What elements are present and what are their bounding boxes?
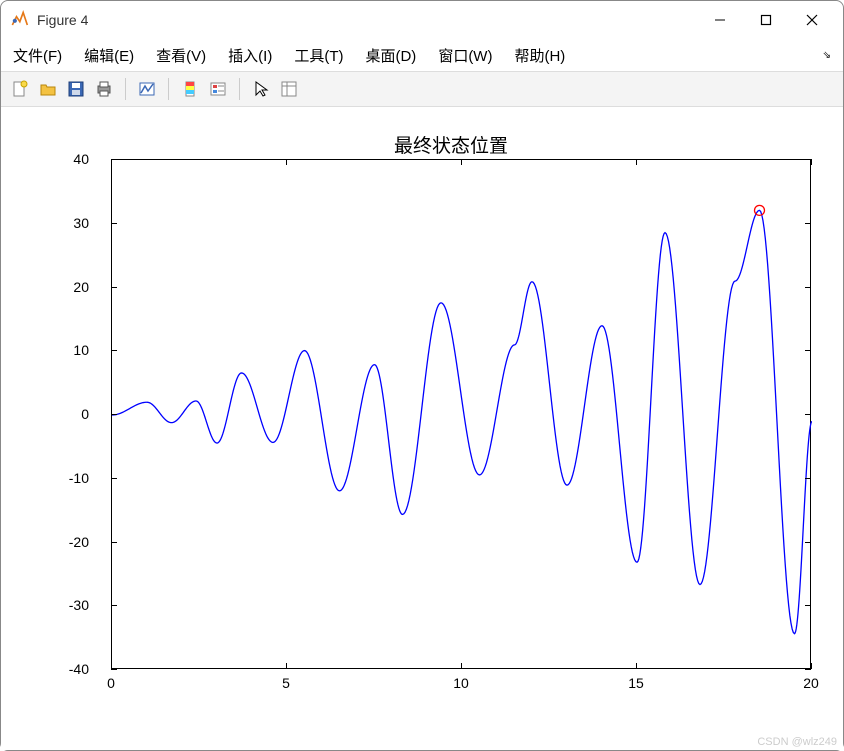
cursor-icon: [252, 80, 270, 98]
plot-container: 最终状态位置 -40-30-20-10010203040 05101520: [61, 137, 801, 697]
menu-file[interactable]: 文件(F): [9, 43, 66, 68]
legend-icon: [209, 80, 227, 98]
figure-window: Figure 4 文件(F) 编辑(E) 查看(V) 插入(I) 工具(T) 桌…: [0, 0, 844, 751]
insert-legend-button[interactable]: [205, 76, 231, 102]
y-tick-mark: [111, 287, 117, 288]
x-tick-mark: [636, 663, 637, 669]
x-tick-mark: [636, 159, 637, 165]
x-tick-label: 10: [453, 675, 469, 691]
x-tick-label: 5: [282, 675, 290, 691]
toolbar-separator: [125, 78, 126, 100]
y-tick-label: 20: [49, 279, 89, 295]
y-tick-mark: [805, 414, 811, 415]
new-figure-button[interactable]: [7, 76, 33, 102]
edit-plot-button[interactable]: [248, 76, 274, 102]
y-tick-label: 30: [49, 215, 89, 231]
y-tick-mark: [111, 350, 117, 351]
y-tick-mark: [111, 669, 117, 670]
y-tick-label: -10: [49, 470, 89, 486]
x-tick-mark: [111, 663, 112, 669]
y-tick-mark: [111, 223, 117, 224]
x-tick-mark: [111, 159, 112, 165]
colorbar-icon: [183, 80, 197, 98]
close-button[interactable]: [789, 4, 835, 36]
toolbar-separator: [168, 78, 169, 100]
x-tick-mark: [811, 159, 812, 165]
y-tick-label: -30: [49, 597, 89, 613]
x-tick-mark: [461, 663, 462, 669]
x-tick-label: 0: [107, 675, 115, 691]
menu-desktop[interactable]: 桌面(D): [361, 43, 420, 68]
insert-colorbar-button[interactable]: [177, 76, 203, 102]
window-title: Figure 4: [37, 12, 88, 28]
new-file-icon: [11, 80, 29, 98]
y-tick-mark: [805, 669, 811, 670]
toolbar: [1, 71, 843, 107]
menu-insert[interactable]: 插入(I): [224, 43, 276, 68]
menu-overflow-icon[interactable]: ⇘: [823, 50, 835, 61]
y-tick-mark: [805, 287, 811, 288]
folder-open-icon: [39, 80, 57, 98]
y-tick-mark: [805, 223, 811, 224]
figure-canvas[interactable]: 最终状态位置 -40 -30 -20 -10 0 10 20 30 40 0 5 10 15 20: [1, 107, 843, 750]
watermark: CSDN @wlz249: [757, 736, 837, 748]
y-tick-label: 10: [49, 342, 89, 358]
plot-title: 最终状态位置: [61, 131, 841, 158]
property-editor-button[interactable]: [276, 76, 302, 102]
toolbar-separator: [239, 78, 240, 100]
matlab-icon: [9, 10, 29, 30]
menu-help[interactable]: 帮助(H): [510, 43, 569, 68]
y-tick-label: 0: [49, 406, 89, 422]
menu-view[interactable]: 查看(V): [152, 43, 210, 68]
axes[interactable]: [111, 159, 811, 669]
link-icon: [138, 80, 156, 98]
y-tick-label: 40: [49, 151, 89, 167]
y-tick-mark: [111, 542, 117, 543]
save-icon: [67, 80, 85, 98]
properties-icon: [280, 80, 298, 98]
x-tick-label: 15: [628, 675, 644, 691]
titlebar[interactable]: Figure 4: [1, 1, 843, 39]
y-tick-mark: [805, 350, 811, 351]
minimize-button[interactable]: [697, 4, 743, 36]
y-tick-label: -20: [49, 534, 89, 550]
y-tick-label: -40: [49, 661, 89, 677]
y-tick-mark: [111, 478, 117, 479]
y-tick-mark: [111, 414, 117, 415]
open-button[interactable]: [35, 76, 61, 102]
menu-edit[interactable]: 编辑(E): [80, 43, 138, 68]
menubar: 文件(F) 编辑(E) 查看(V) 插入(I) 工具(T) 桌面(D) 窗口(W…: [1, 39, 843, 71]
x-tick-mark: [461, 159, 462, 165]
line-series: [112, 210, 812, 633]
save-button[interactable]: [63, 76, 89, 102]
y-tick-mark: [805, 605, 811, 606]
y-tick-mark: [805, 478, 811, 479]
plot-svg: [112, 160, 812, 670]
y-tick-mark: [805, 542, 811, 543]
x-tick-mark: [286, 663, 287, 669]
x-tick-mark: [811, 663, 812, 669]
print-button[interactable]: [91, 76, 117, 102]
menu-tools[interactable]: 工具(T): [290, 43, 347, 68]
y-tick-mark: [111, 605, 117, 606]
maximize-button[interactable]: [743, 4, 789, 36]
link-plot-button[interactable]: [134, 76, 160, 102]
print-icon: [95, 80, 113, 98]
x-tick-mark: [286, 159, 287, 165]
x-tick-label: 20: [803, 675, 819, 691]
menu-window[interactable]: 窗口(W): [434, 43, 496, 68]
